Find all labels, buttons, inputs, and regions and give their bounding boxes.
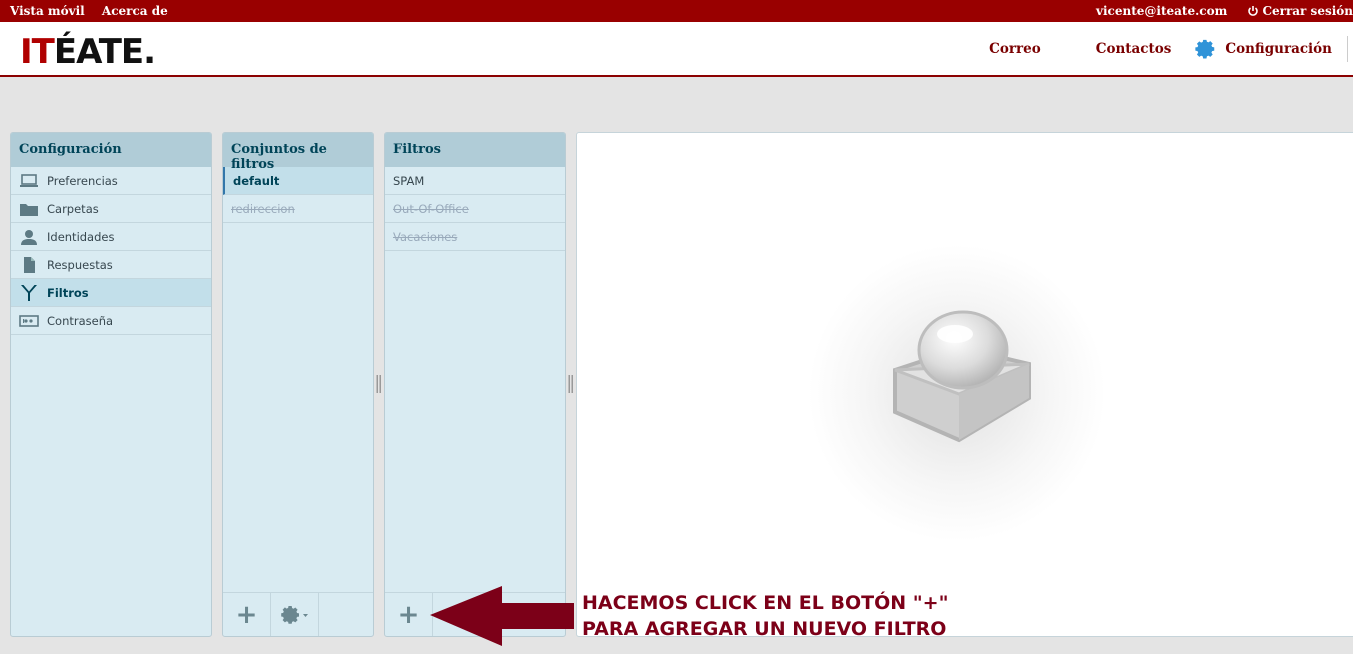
filter-item-vacaciones[interactable]: Vacaciones <box>385 223 565 251</box>
annotation-line-1: HACEMOS CLICK EN EL BOTÓN "+" <box>582 592 949 614</box>
sidebar-item-password[interactable]: Contraseña <box>11 307 211 335</box>
sidebar-item-folders[interactable]: Carpetas <box>11 195 211 223</box>
panel-splitter[interactable] <box>376 375 382 393</box>
top-user-area: vicente@iteate.com Cerrar sesión <box>1096 4 1353 18</box>
top-links: Vista móvil Acerca de <box>10 4 181 18</box>
laptop-icon <box>20 173 38 187</box>
about-link[interactable]: Acerca de <box>102 4 168 18</box>
filtersets-panel-title: Conjuntos de filtros <box>223 133 373 172</box>
add-filterset-button[interactable]: + <box>223 593 271 636</box>
settings-panel-title: Configuración <box>11 133 211 167</box>
settings-panel: Configuración Preferencias Carpetas Iden… <box>10 132 212 637</box>
gear-icon <box>280 605 308 624</box>
nav-settings[interactable]: Configuración <box>1195 38 1332 60</box>
password-icon <box>19 314 39 327</box>
logout-button[interactable]: Cerrar sesión <box>1247 4 1353 18</box>
filter-icon <box>21 284 37 301</box>
sidebar-item-identities[interactable]: Identidades <box>11 223 211 251</box>
filtersets-footer: + <box>223 592 373 636</box>
nav-mail[interactable]: Correo <box>989 41 1041 57</box>
power-icon <box>1248 6 1259 16</box>
filtersets-panel: Conjuntos de filtros default redireccion… <box>222 132 374 637</box>
document-icon <box>24 256 35 273</box>
filters-panel: Filtros SPAM Out-Of-Office Vacaciones + <box>384 132 566 637</box>
logo: ITÉATE. <box>20 32 156 72</box>
plus-icon: + <box>235 599 258 630</box>
sidebar-item-responses[interactable]: Respuestas <box>11 251 211 279</box>
filter-item-spam[interactable]: SPAM <box>385 167 565 195</box>
annotation-line-2: PARA AGREGAR UN NUEVO FILTRO <box>582 618 947 640</box>
nav-contacts[interactable]: Contactos <box>1096 41 1172 57</box>
user-icon <box>21 229 37 245</box>
annotation-arrow-icon <box>430 586 574 646</box>
content-frame <box>576 132 1353 637</box>
sidebar-item-filters[interactable]: Filtros <box>11 279 211 307</box>
filterset-item-redireccion[interactable]: redireccion <box>223 195 373 223</box>
nav-divider <box>1347 36 1353 62</box>
main-nav: Correo Contactos Configuración <box>989 36 1353 62</box>
logout-label: Cerrar sesión <box>1262 4 1353 18</box>
header: ITÉATE. Correo Contactos Configuración <box>0 22 1353 77</box>
roundcube-logo-icon <box>893 310 1031 443</box>
user-email: vicente@iteate.com <box>1096 4 1228 18</box>
annotation-text: HACEMOS CLICK EN EL BOTÓN "+" PARA AGREG… <box>582 590 948 642</box>
filterset-actions-button[interactable] <box>271 593 319 636</box>
filter-item-out-of-office[interactable]: Out-Of-Office <box>385 195 565 223</box>
panel-splitter[interactable] <box>568 375 574 393</box>
plus-icon: + <box>397 599 420 630</box>
gear-icon <box>1195 39 1215 59</box>
mobile-view-link[interactable]: Vista móvil <box>10 4 85 18</box>
sidebar-item-preferences[interactable]: Preferencias <box>11 167 211 195</box>
folder-icon <box>20 203 38 216</box>
filters-panel-title: Filtros <box>385 133 565 167</box>
top-bar: Vista móvil Acerca de vicente@iteate.com… <box>0 0 1353 22</box>
